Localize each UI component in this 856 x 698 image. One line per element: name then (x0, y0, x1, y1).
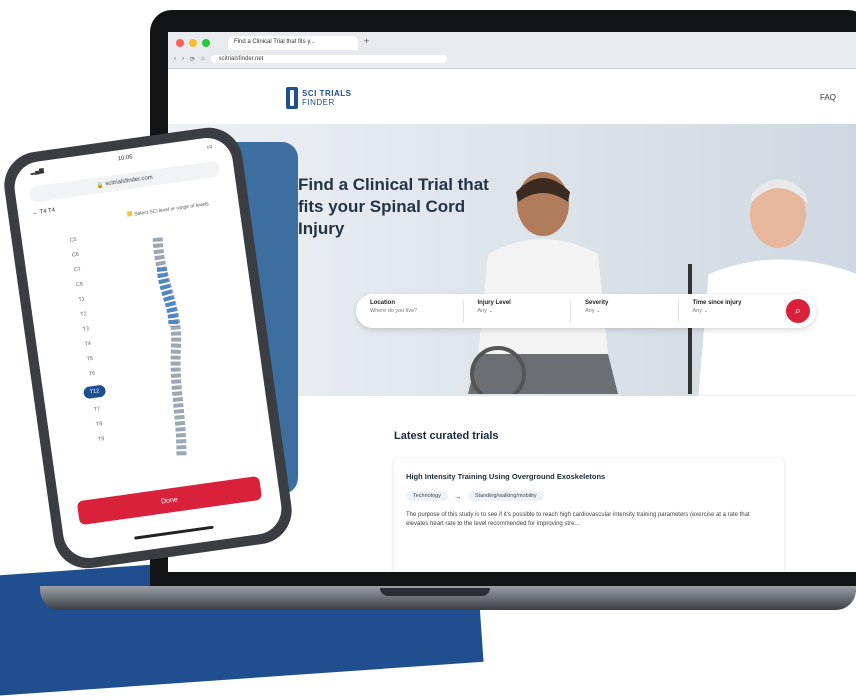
level-option[interactable]: C8 (68, 280, 91, 289)
level-option[interactable]: C6 (64, 251, 87, 260)
latest-trials-heading: Latest curated trials (394, 430, 499, 442)
home-indicator (134, 525, 214, 540)
chevron-down-icon: ⌄ (488, 308, 494, 314)
laptop-notch (380, 588, 490, 596)
nav-faq-link[interactable]: FAQ (820, 93, 836, 102)
url-field[interactable]: scitrialsfinder.net (210, 55, 447, 63)
arrow-right-icon: → (453, 491, 462, 501)
logo-mark-icon (286, 87, 298, 109)
tab-title: Find a Clinical Trial that fits y... (234, 39, 315, 45)
trial-card-description: The purpose of this study is to see if i… (406, 512, 750, 527)
search-field-value: Any ⌄ (585, 308, 601, 314)
search-field-time-since-injury[interactable]: Time since injury Any ⌄ (679, 300, 786, 322)
search-field-injury-level[interactable]: Injury Level Any ⌄ (464, 300, 571, 322)
search-field-severity[interactable]: Severity Any ⌄ (571, 300, 679, 322)
phone-battery-icon: ▭ (206, 144, 214, 151)
trial-card[interactable]: High Intensity Training Using Overground… (394, 458, 784, 572)
search-field-value: Any ⌄ (477, 308, 494, 314)
site-logo[interactable]: SCI TRIALS FINDER (286, 87, 351, 109)
reload-icon[interactable]: ⟳ (190, 56, 195, 63)
done-button[interactable]: Done (76, 475, 263, 526)
level-option[interactable]: T6 (81, 370, 104, 379)
level-option[interactable]: T5 (79, 355, 102, 364)
level-option[interactable]: T3 (75, 325, 98, 334)
level-option[interactable]: T4 (77, 340, 100, 349)
level-option[interactable]: T9 (90, 435, 113, 444)
back-arrow-icon[interactable]: ‹ (174, 56, 176, 62)
chevron-down-icon: ⌄ (703, 308, 709, 314)
search-icon: ⌕ (794, 304, 802, 317)
search-field-location[interactable]: Location Where do you live? (356, 300, 464, 322)
search-button[interactable]: ⌕ (786, 299, 810, 323)
phone-time: 10:06 (117, 154, 134, 163)
minimize-dot-icon[interactable] (189, 39, 197, 47)
level-option[interactable]: C5 (62, 236, 85, 245)
phone-url-text: scitrialsfinder.com (105, 174, 154, 188)
chevron-down-icon: ⌄ (596, 308, 601, 314)
hero-photo-doctor (678, 179, 856, 396)
phone-signal-icon: ▂▄▆ (30, 167, 45, 176)
tag-standing-walking-mobility: Standing/walking/mobility (467, 491, 544, 501)
level-option-selected[interactable]: T12 (82, 384, 107, 400)
tag-technology: Technology (406, 491, 448, 501)
logo-text: SCI TRIALS FINDER (302, 89, 351, 107)
maximize-dot-icon[interactable] (202, 39, 210, 47)
level-option[interactable]: T2 (72, 310, 95, 319)
level-option[interactable]: C7 (66, 266, 89, 275)
new-tab-icon[interactable]: + (364, 36, 369, 46)
trial-card-tags: Technology → Standing/walking/mobility (406, 491, 772, 501)
back-arrow-icon: ← (31, 210, 39, 217)
browser-tab[interactable]: Find a Clinical Trial that fits y... (228, 36, 358, 50)
spine-illustration (152, 237, 187, 457)
logo-line1: SCI TRIALS (302, 89, 352, 98)
level-option[interactable]: T7 (86, 405, 109, 414)
search-field-value: Any ⌄ (692, 308, 709, 314)
close-dot-icon[interactable] (176, 39, 184, 47)
hint-marker-icon (126, 210, 133, 217)
level-option[interactable]: T1 (70, 295, 93, 304)
site-header: SCI TRIALS FINDER FAQ (168, 69, 856, 125)
search-field-label: Location (370, 300, 395, 306)
level-list: C5 C6 C7 C8 T1 T2 T3 T4 T5 T6 T12 T7 T8 … (62, 236, 113, 444)
hero-photo-man-wheelchair (468, 172, 618, 394)
trial-card-title[interactable]: High Intensity Training Using Overground… (406, 472, 772, 481)
level-option[interactable]: T8 (88, 420, 111, 429)
search-field-label: Severity (585, 300, 609, 306)
search-field-label: Injury Level (477, 300, 511, 306)
window-controls (176, 39, 210, 47)
trial-search-bar: Location Where do you live? Injury Level… (356, 294, 816, 328)
address-bar-row: ‹ › ⟳ ⌂ scitrialsfinder.net (174, 53, 850, 65)
browser-chrome: Find a Clinical Trial that fits y... + ‹… (168, 32, 856, 69)
home-icon[interactable]: ⌂ (201, 56, 205, 62)
forward-arrow-icon[interactable]: › (182, 56, 184, 62)
logo-line2: FINDER (302, 98, 335, 107)
search-field-value: Where do you live? (370, 308, 418, 314)
search-field-label: Time since injury (692, 300, 742, 306)
